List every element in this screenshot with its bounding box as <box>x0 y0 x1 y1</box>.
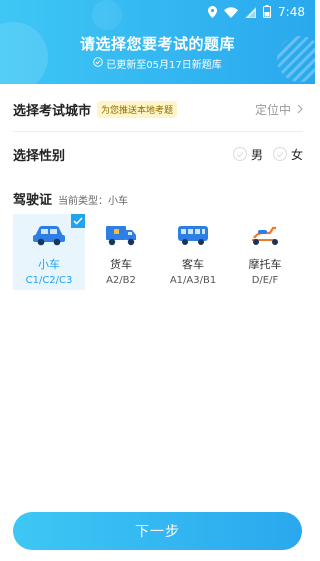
license-type-code: D/E/F <box>251 275 279 286</box>
signal-icon <box>245 3 257 22</box>
gender-female-label: 女 <box>290 147 303 162</box>
license-type-code: A1/A3/B1 <box>169 275 217 286</box>
gender-option-female[interactable]: 女 <box>272 146 303 163</box>
page-title: 请选择您要考试的题库 <box>79 35 235 53</box>
car-icon <box>32 224 66 250</box>
current-type-label: 当前类型：小车 <box>58 196 129 207</box>
city-label: 选择考试城市 <box>13 104 92 119</box>
checkmark-icon <box>71 214 85 228</box>
license-type-bus[interactable]: 客车 A1/A3/B1 <box>157 214 229 290</box>
wifi-icon <box>224 3 239 22</box>
radio-check-icon[interactable] <box>272 147 287 161</box>
license-type-name: 货车 <box>110 258 132 271</box>
license-type-truck[interactable]: 货车 A2/B2 <box>85 214 157 290</box>
location-icon <box>208 3 218 22</box>
license-header: 驾驶证 当前类型：小车 <box>13 189 128 208</box>
license-type-motorcycle[interactable]: 摩托车 D/E/F <box>229 214 301 290</box>
license-type-name: 摩托车 <box>248 258 282 271</box>
license-type-code: C1/C2/C3 <box>25 275 73 286</box>
gender-options: 男 女 <box>232 146 303 163</box>
bus-icon <box>176 224 210 250</box>
header: 7:48 请选择您要考试的题库 已更新至05月17日新题库 <box>0 0 315 84</box>
gender-option-male[interactable]: 男 <box>232 146 263 163</box>
gender-label: 选择性别 <box>13 148 66 164</box>
scooter-icon <box>248 224 282 250</box>
city-value-text: 定位中 <box>254 103 291 117</box>
city-value[interactable]: 定位中 <box>255 101 303 118</box>
license-type-car[interactable]: 小车 C1/C2/C3 <box>13 214 85 290</box>
update-note: 已更新至05月17日新题库 <box>0 56 315 71</box>
decor-bubble <box>92 0 122 30</box>
next-button[interactable]: 下一步 <box>13 512 302 550</box>
clock: 7:48 <box>278 5 305 19</box>
license-type-name: 小车 <box>38 258 60 271</box>
chevron-right-icon <box>297 103 303 117</box>
license-type-code: A2/B2 <box>106 275 136 286</box>
local-questions-badge: 为您推送本地考题 <box>97 101 178 118</box>
gender-select-row: 选择性别 男 女 <box>13 132 303 176</box>
license-type-name: 客车 <box>182 258 204 271</box>
license-title: 驾驶证 <box>13 193 53 208</box>
update-note-text: 已更新至05月17日新题库 <box>106 60 222 71</box>
city-select-row[interactable]: 选择考试城市 为您推送本地考题 定位中 <box>13 88 303 132</box>
license-type-list: 小车 C1/C2/C3 货车 A2/B2 客车 A1/A3/B1 摩托车 D/E… <box>13 214 303 290</box>
gender-male-label: 男 <box>250 147 263 162</box>
truck-icon <box>104 224 138 250</box>
radio-check-icon[interactable] <box>232 147 247 161</box>
battery-icon <box>263 3 272 22</box>
check-circle-icon <box>93 57 104 70</box>
status-bar: 7:48 <box>208 0 305 24</box>
